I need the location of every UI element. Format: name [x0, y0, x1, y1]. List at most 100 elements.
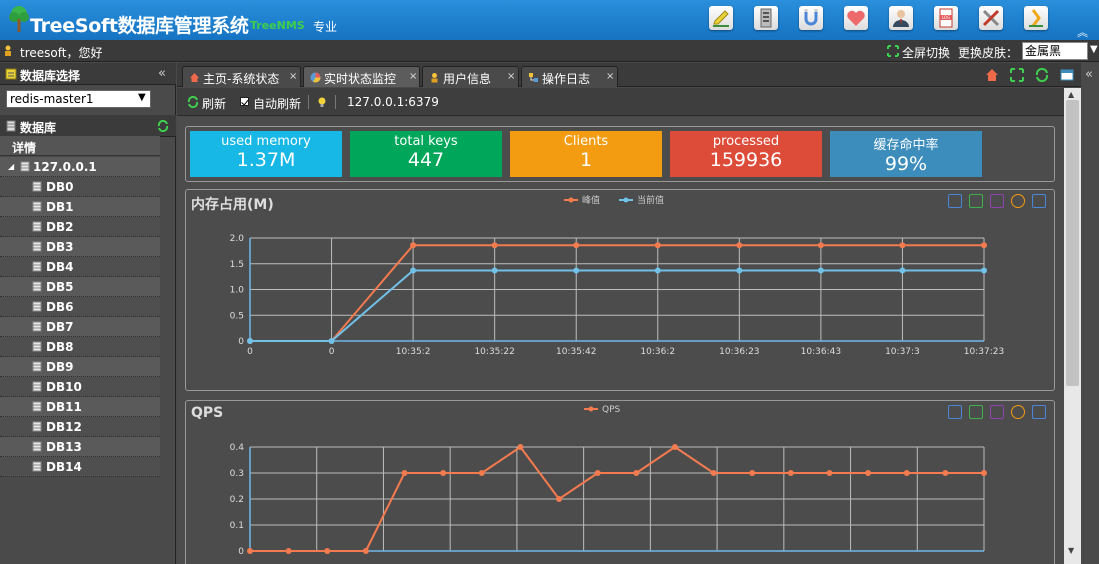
detail-header: 详情	[0, 136, 160, 156]
magnet-icon[interactable]	[799, 6, 823, 30]
tree-node-label: DB2	[46, 220, 74, 234]
auto-refresh-label[interactable]: 自动刷新	[253, 95, 301, 112]
server-address: 127.0.0.1:6379	[347, 95, 439, 109]
tree-node-label: DB5	[46, 280, 74, 294]
server-icon[interactable]	[754, 6, 778, 30]
tree-node-server[interactable]: ◢ 127.0.0.1	[0, 157, 160, 177]
stat-processed: processed 159936	[670, 131, 822, 177]
tree-node-db[interactable]: DB6	[0, 297, 160, 317]
chevron-down-icon[interactable]: ▼	[1090, 44, 1098, 55]
tree-node-db[interactable]: DB3	[0, 237, 160, 257]
scroll-up-icon[interactable]: ▲	[1068, 90, 1074, 99]
tab-operation-log[interactable]: 操作日志 ×	[521, 66, 618, 87]
x-tick-label: 10:35:42	[556, 347, 596, 357]
app-title: TreeSoft数据库管理系统	[30, 15, 249, 37]
scroll-down-icon[interactable]: ▼	[1068, 546, 1074, 555]
exit-icon[interactable]	[1024, 6, 1048, 30]
data-point	[787, 470, 794, 476]
refresh-icon[interactable]	[1035, 68, 1049, 82]
user-small-icon	[5, 45, 11, 56]
database-icon	[20, 161, 30, 172]
stat-value: 99%	[884, 153, 928, 175]
database-icon	[32, 281, 42, 292]
chevron-down-icon[interactable]: ▼	[138, 92, 146, 103]
tree-node-db[interactable]: DB9	[0, 357, 160, 377]
legend-label: QPS	[602, 405, 621, 415]
x-tick-label: 10:35:22	[474, 347, 514, 357]
data-point	[491, 267, 498, 274]
data-point	[362, 548, 369, 554]
y-tick-label: 0	[238, 337, 244, 347]
log-icon[interactable]: LOG	[934, 6, 958, 30]
monitor-content: used memory 1.37M total keys 447 Clients…	[177, 117, 1064, 564]
data-point	[556, 496, 563, 502]
tree-node-label: DB8	[46, 340, 74, 354]
edit-icon[interactable]	[709, 6, 733, 30]
tab-monitor[interactable]: 实时状态监控 ×	[303, 66, 420, 87]
stat-label: 缓存命中率	[873, 138, 939, 153]
tree-node-db[interactable]: DB8	[0, 337, 160, 357]
data-point	[478, 470, 485, 476]
expand-toggle-icon[interactable]: ◢	[8, 162, 14, 171]
stat-value: 1	[579, 149, 593, 171]
tree-node-db[interactable]: DB10	[0, 377, 160, 397]
tree-node-db[interactable]: DB7	[0, 317, 160, 337]
close-icon[interactable]: ×	[507, 71, 515, 82]
stat-hit-rate: 缓存命中率 99%	[830, 131, 982, 177]
tree-node-db[interactable]: DB0	[0, 177, 160, 197]
y-tick-label: 0.5	[230, 311, 244, 321]
scroll-thumb[interactable]	[1066, 100, 1079, 386]
tree-node-db[interactable]: DB12	[0, 417, 160, 437]
home-icon[interactable]	[985, 68, 999, 82]
tab-bar: 主页-系统状态 × 实时状态监控 × 用户信息 × 操作日志 ×	[177, 63, 1081, 87]
db-select[interactable]: redis-master1	[6, 90, 151, 108]
fullscreen-icon[interactable]	[887, 45, 899, 57]
data-point	[401, 470, 408, 476]
refresh-icon[interactable]	[157, 120, 169, 132]
tree-node-db[interactable]: DB1	[0, 197, 160, 217]
collapse-left-icon[interactable]: «	[158, 66, 166, 81]
database-title: 数据库	[20, 121, 57, 135]
data-point	[573, 267, 580, 274]
data-point	[865, 470, 872, 476]
refresh-button[interactable]: 刷新	[202, 95, 226, 112]
close-icon[interactable]: ×	[409, 71, 417, 82]
database-icon	[32, 241, 42, 252]
tree-node-db[interactable]: DB13	[0, 437, 160, 457]
collapse-header-icon[interactable]: ︽	[1077, 24, 1088, 40]
series-line	[250, 244, 984, 342]
refresh-icon[interactable]	[187, 96, 199, 108]
legend-label: 当前值	[637, 194, 664, 206]
monitor-icon	[310, 72, 321, 83]
tree-node-db[interactable]: DB11	[0, 397, 160, 417]
auto-refresh-checkbox[interactable]	[240, 97, 249, 106]
close-icon[interactable]: ×	[606, 71, 614, 82]
tab-user-info[interactable]: 用户信息 ×	[422, 66, 519, 87]
data-point	[749, 470, 756, 476]
user-icon	[431, 73, 438, 83]
content-scrollbar[interactable]: ▲ ▼	[1064, 88, 1081, 564]
fullscreen-toggle[interactable]: 全屏切换	[902, 44, 950, 61]
tree-node-db[interactable]: DB2	[0, 217, 160, 237]
data-point	[328, 338, 335, 344]
tree-node-db[interactable]: DB14	[0, 457, 160, 477]
database-icon	[6, 120, 16, 132]
skin-select[interactable]: 金属黑	[1022, 42, 1088, 60]
tree-node-db[interactable]: DB4	[0, 257, 160, 277]
tab-home[interactable]: 主页-系统状态 ×	[182, 66, 301, 87]
app-edition: 专业	[313, 20, 338, 34]
data-point	[736, 242, 743, 249]
collapse-right-icon[interactable]: «	[1085, 67, 1093, 82]
toolbar-divider	[335, 95, 336, 109]
window-icon[interactable]	[1060, 68, 1074, 82]
x-tick-label: 10:36:23	[719, 347, 759, 357]
skin-label: 更换皮肤：	[958, 46, 1019, 60]
close-icon[interactable]: ×	[289, 71, 297, 82]
fullscreen-icon[interactable]	[1010, 68, 1024, 82]
right-collapse-strip[interactable]: «	[1083, 63, 1099, 564]
header-bar: TreeSoft数据库管理系统 TreeNMS 专业 LOG ︽	[0, 0, 1099, 40]
user-icon[interactable]	[889, 6, 913, 30]
heart-icon[interactable]	[844, 6, 868, 30]
tools-icon[interactable]	[979, 6, 1003, 30]
tree-node-db[interactable]: DB5	[0, 277, 160, 297]
